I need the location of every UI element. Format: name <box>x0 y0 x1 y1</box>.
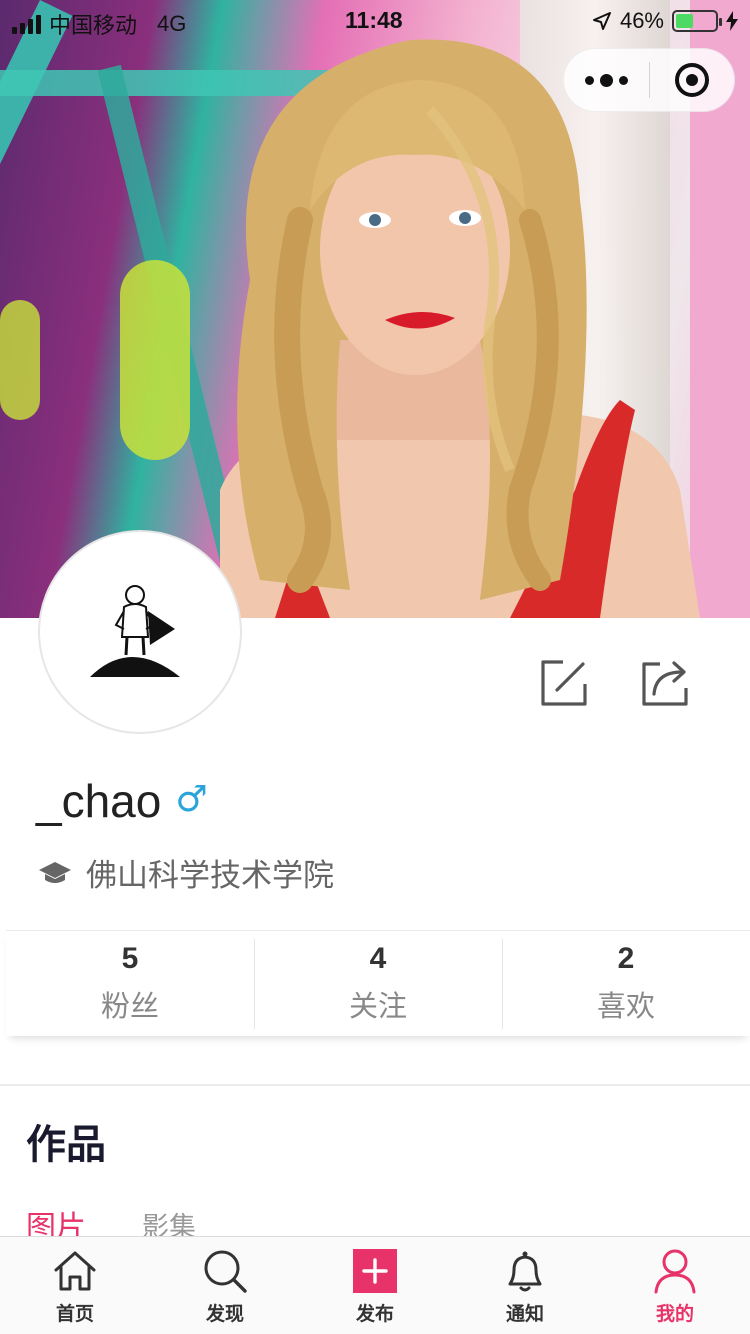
status-bar-left: 中国移动 4G <box>12 8 186 40</box>
stat-followers[interactable]: 5 粉丝 <box>6 931 254 1036</box>
stat-value: 4 <box>369 942 387 975</box>
tab-albums[interactable]: 影集 <box>142 1206 196 1236</box>
charging-bolt-icon <box>726 11 738 31</box>
bottom-tab-bar: 首页 发现 发布 通知 我的 <box>0 1236 750 1334</box>
edit-button[interactable] <box>537 656 591 710</box>
stat-label: 关注 <box>348 989 407 1023</box>
network-type: 4G <box>157 11 187 36</box>
school-row: 佛山科学技术学院 <box>38 850 334 895</box>
avatar[interactable] <box>38 530 242 734</box>
more-dots-icon[interactable] <box>564 48 649 112</box>
miniprogram-capsule <box>563 48 735 112</box>
edit-icon <box>541 660 587 706</box>
stat-following[interactable]: 4 关注 <box>254 931 502 1036</box>
avatar-figure-icon <box>90 585 180 677</box>
tab-label: 首页 <box>55 1303 94 1325</box>
username-row: _chao ♂ <box>36 774 208 828</box>
bell-icon <box>500 1247 550 1295</box>
battery-fill <box>676 14 694 28</box>
home-icon <box>50 1247 100 1295</box>
stat-label: 粉丝 <box>100 989 159 1023</box>
status-time: 11:48 <box>345 7 403 33</box>
works-tabs: 图片 影集 <box>26 1206 196 1236</box>
signal-icon <box>12 14 41 34</box>
stat-value: 2 <box>617 942 635 975</box>
publish-icon <box>350 1247 400 1295</box>
user-icon <box>650 1247 700 1295</box>
tab-label: 发布 <box>355 1303 394 1325</box>
stat-value: 5 <box>121 942 139 975</box>
stat-label: 喜欢 <box>596 989 655 1023</box>
battery-percent: 46% <box>619 8 664 33</box>
tab-publish[interactable]: 发布 <box>300 1237 450 1334</box>
share-button[interactable] <box>638 656 692 710</box>
graduation-cap-icon <box>39 861 71 883</box>
tab-discover[interactable]: 发现 <box>150 1237 300 1334</box>
school-name: 佛山科学技术学院 <box>86 858 334 894</box>
section-divider <box>0 1084 750 1086</box>
battery-icon <box>672 10 722 32</box>
status-bar-right: 46% <box>592 8 738 34</box>
tab-mine[interactable]: 我的 <box>600 1237 750 1334</box>
target-icon[interactable] <box>650 48 734 112</box>
stat-likes[interactable]: 2 喜欢 <box>502 931 750 1036</box>
carrier-name: 中国移动 <box>49 13 138 38</box>
tab-label: 通知 <box>505 1303 544 1325</box>
tab-label: 我的 <box>655 1303 694 1325</box>
tab-label: 发现 <box>205 1303 244 1325</box>
tab-home[interactable]: 首页 <box>0 1237 150 1334</box>
share-icon <box>642 661 688 706</box>
tab-photos[interactable]: 图片 <box>26 1206 86 1236</box>
location-arrow-icon <box>592 12 611 30</box>
works-title: 作品 <box>26 1122 106 1168</box>
search-icon <box>200 1247 250 1295</box>
stats-card: 5 粉丝 4 关注 2 喜欢 <box>6 930 750 1036</box>
cover-bg-plant <box>0 300 40 420</box>
username: _chao <box>36 775 162 827</box>
gender-male-icon: ♂ <box>175 778 208 820</box>
tab-notifications[interactable]: 通知 <box>450 1237 600 1334</box>
status-bar: 中国移动 4G 11:48 46% <box>0 0 750 40</box>
